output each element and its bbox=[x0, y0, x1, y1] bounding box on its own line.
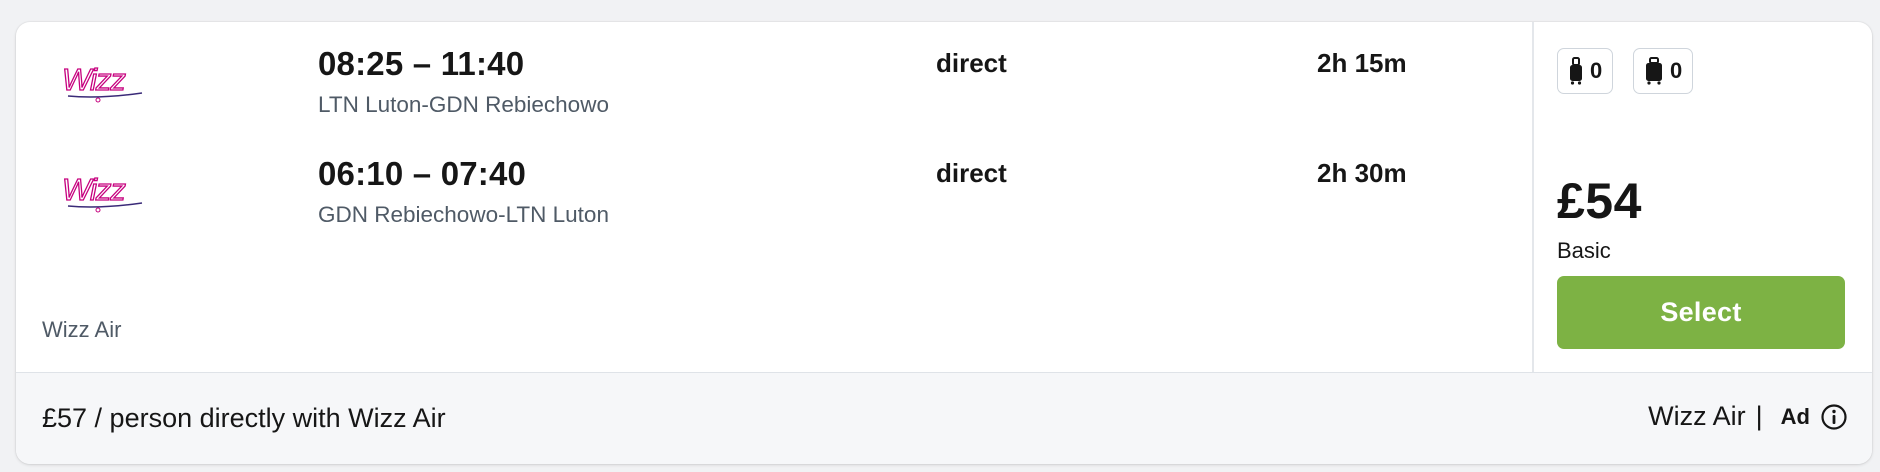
checked-bag-indicator[interactable]: 0 bbox=[1633, 48, 1694, 94]
leg-stops: direct bbox=[936, 48, 1007, 78]
cabin-bag-indicator[interactable]: 0 bbox=[1557, 48, 1614, 94]
info-icon[interactable] bbox=[1820, 403, 1848, 431]
cabin-bag-count: 0 bbox=[1590, 58, 1603, 83]
leg-duration: 2h 15m bbox=[1317, 48, 1407, 78]
select-button[interactable]: Select bbox=[1557, 276, 1845, 349]
svg-text:Wizz: Wizz bbox=[62, 62, 126, 97]
checked-bag-count: 0 bbox=[1670, 58, 1683, 83]
wizz-air-logo: Wizz bbox=[60, 56, 150, 106]
leg-route: GDN Rebiechowo-LTN Luton bbox=[318, 202, 609, 227]
provider-offer[interactable]: £57 / person directly with Wizz Air bbox=[42, 403, 446, 434]
svg-text:Wizz: Wizz bbox=[62, 172, 126, 207]
ad-airline-label: Wizz Air bbox=[1648, 401, 1746, 431]
vertical-divider bbox=[1532, 22, 1534, 372]
flight-details: Wizz 08:25 – 11:40 LTN Luton-GDN Rebiech… bbox=[16, 22, 1872, 373]
leg-times: 08:25 – 11:40 bbox=[318, 45, 525, 82]
cabin-bag-icon bbox=[1568, 57, 1584, 85]
leg-duration: 2h 30m bbox=[1317, 158, 1407, 188]
flight-result-card[interactable]: Wizz 08:25 – 11:40 LTN Luton-GDN Rebiech… bbox=[16, 22, 1872, 464]
leg-stops: direct bbox=[936, 158, 1007, 188]
airline-name: Wizz Air bbox=[42, 317, 122, 342]
price: £54 bbox=[1557, 173, 1642, 229]
leg-times: 06:10 – 07:40 bbox=[318, 155, 527, 192]
ad-attribution: Wizz Air | Ad bbox=[1648, 401, 1848, 432]
ad-label: Ad bbox=[1780, 403, 1810, 429]
wizz-air-logo: Wizz bbox=[60, 166, 150, 216]
leg-route: LTN Luton-GDN Rebiechowo bbox=[318, 92, 609, 117]
provider-footer[interactable]: £57 / person directly with Wizz Air Wizz… bbox=[16, 373, 1872, 464]
separator: | bbox=[1755, 401, 1763, 431]
checked-bag-icon bbox=[1644, 57, 1664, 85]
outbound-leg: Wizz 08:25 – 11:40 LTN Luton-GDN Rebiech… bbox=[16, 22, 1532, 122]
return-leg: Wizz 06:10 – 07:40 GDN Rebiechowo-LTN Lu… bbox=[16, 132, 1532, 232]
fare-type: Basic bbox=[1557, 238, 1611, 263]
